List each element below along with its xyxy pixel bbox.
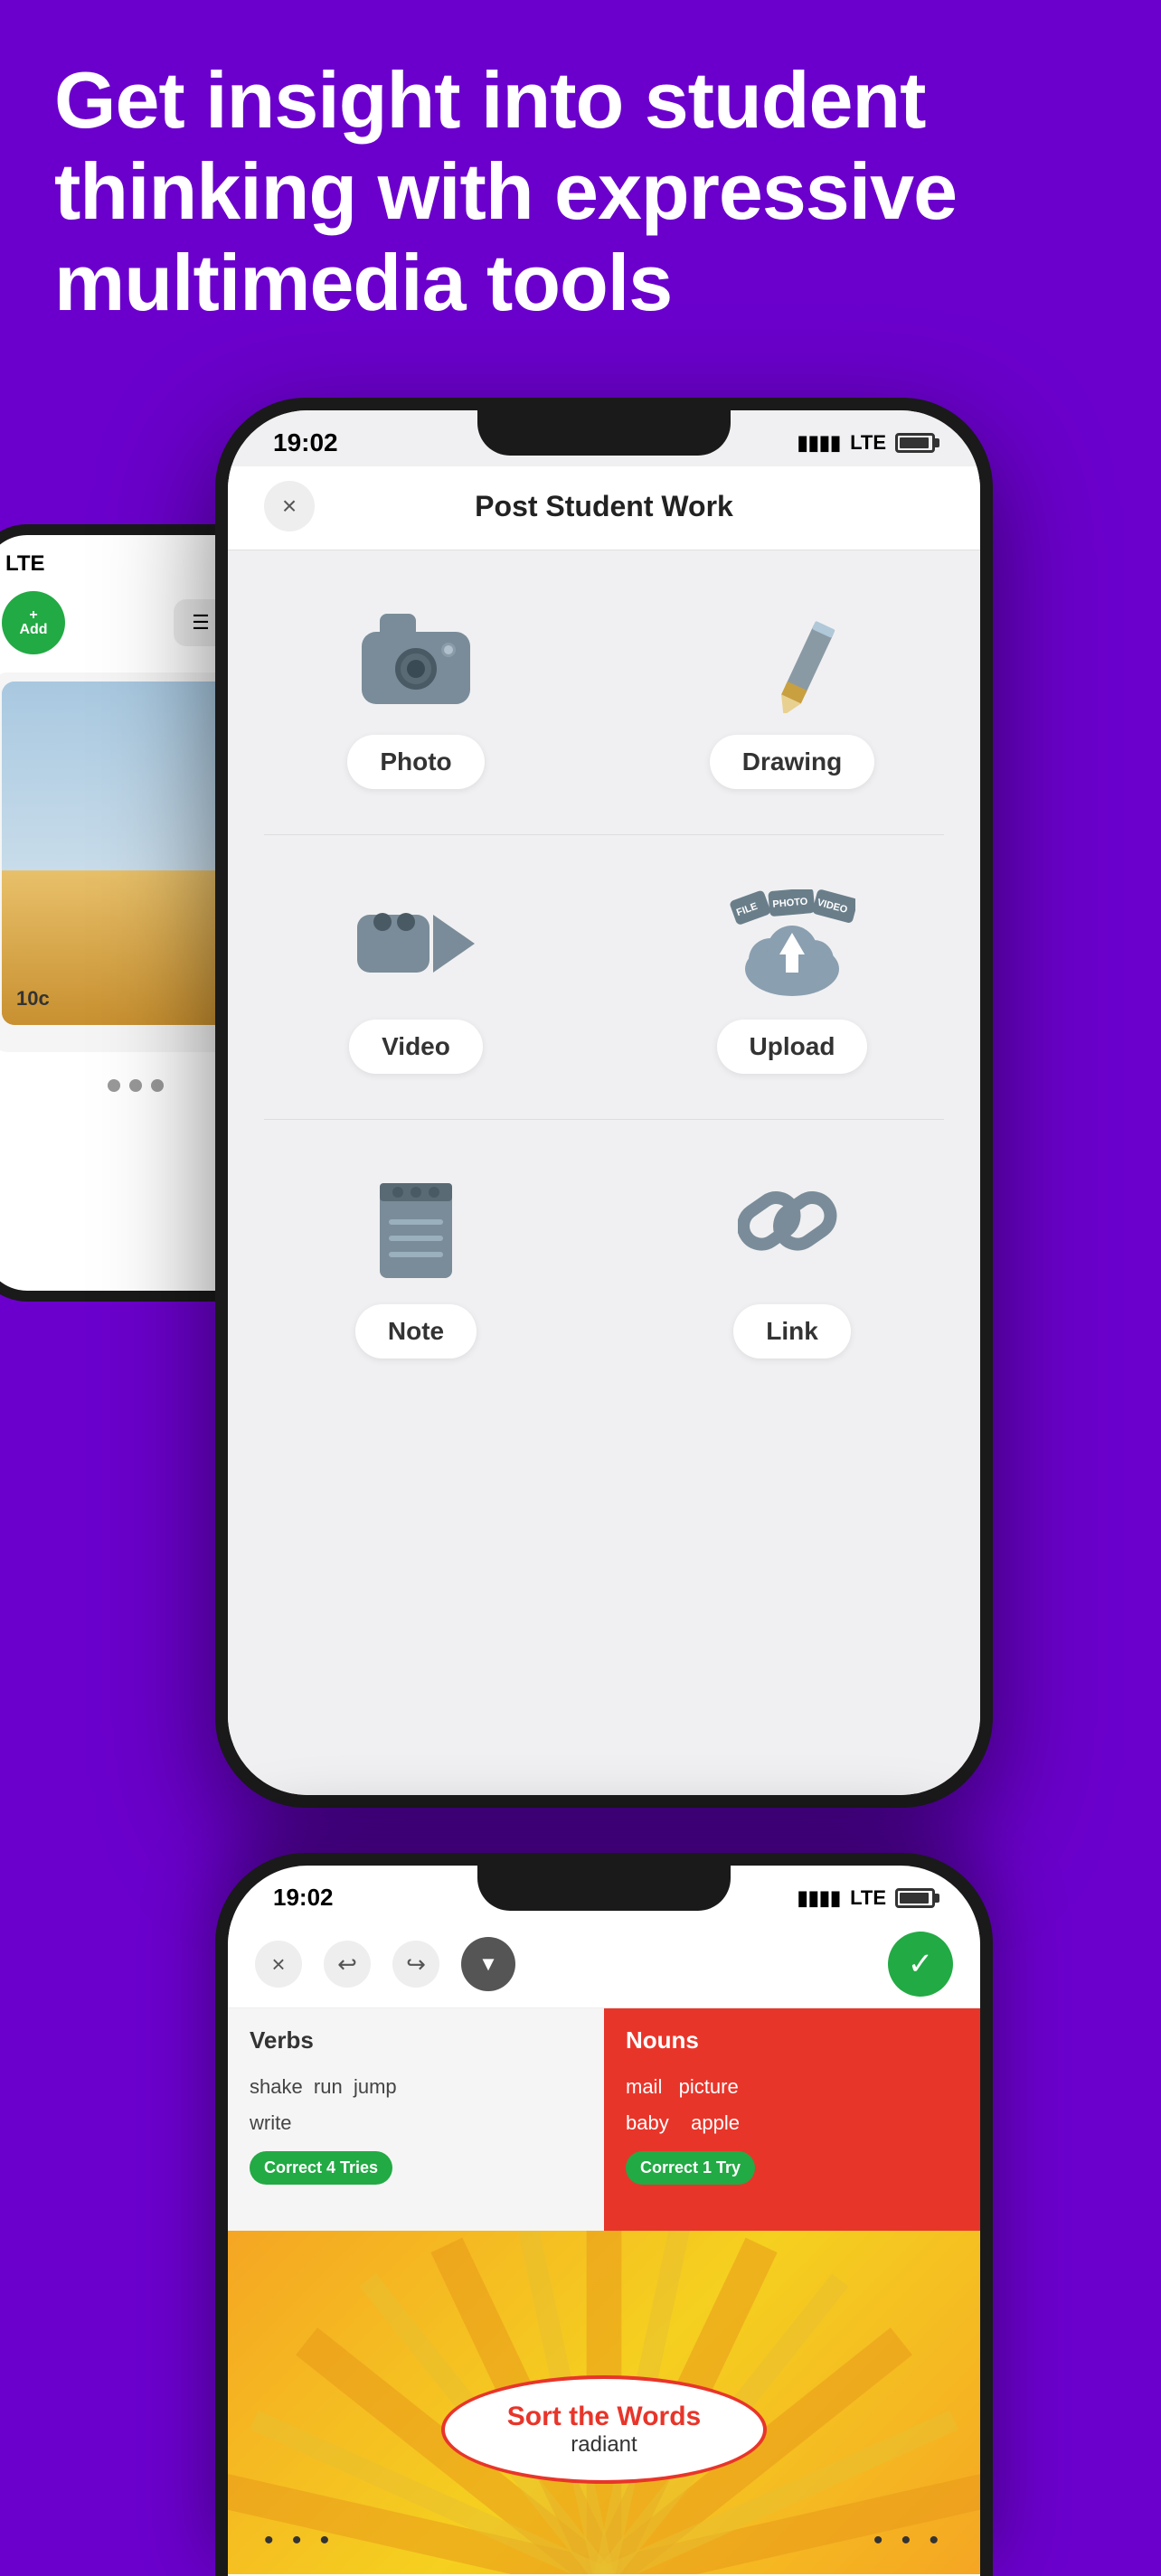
card-price: 10c xyxy=(16,987,50,1011)
drawing-icon xyxy=(729,605,855,713)
add-button[interactable]: + Add xyxy=(2,591,65,654)
bottom-content: Verbs shake run jumpwrite Correct 4 Trie… xyxy=(228,2008,980,2574)
note-label: Note xyxy=(355,1304,477,1359)
lte-label: LTE xyxy=(850,431,886,455)
signal-bars-icon: ▮▮▮▮ xyxy=(798,431,841,455)
battery-icon-bottom xyxy=(895,1888,935,1908)
status-time: 19:02 xyxy=(273,428,338,457)
status-icons: ▮▮▮▮ LTE xyxy=(798,431,935,455)
status-time-bottom: 19:02 xyxy=(273,1884,334,1912)
upload-option[interactable]: FILE PHOTO VIDEO xyxy=(604,835,980,1119)
comic-area: Sort the Words radiant • • • • • • xyxy=(228,2231,980,2574)
upload-icon: FILE PHOTO VIDEO xyxy=(729,889,855,998)
options-grid: Photo Drawin xyxy=(228,550,980,1404)
video-icon xyxy=(353,889,479,998)
hero-heading: Get insight into student thinking with e… xyxy=(54,54,1107,329)
nouns-badge: Correct 1 Try xyxy=(626,2151,755,2185)
phone-bottom: 19:02 ▮▮▮▮ LTE × ↩ ↪ ▼ ✓ Verbs shake run… xyxy=(215,1853,993,2576)
verbs-badge: Correct 4 Tries xyxy=(250,2151,392,2185)
status-icons-bottom: ▮▮▮▮ LTE xyxy=(798,1886,935,1910)
link-icon xyxy=(729,1174,855,1283)
comic-dots-right: • • • xyxy=(873,2525,944,2556)
battery-icon-main xyxy=(895,433,935,453)
upload-label: Upload xyxy=(717,1020,868,1074)
lte-bottom: LTE xyxy=(850,1886,886,1910)
photo-icon xyxy=(353,605,479,713)
note-option[interactable]: Note xyxy=(228,1120,604,1404)
video-label: Video xyxy=(349,1020,483,1074)
note-icon xyxy=(353,1174,479,1283)
close-button-bottom[interactable]: × xyxy=(255,1941,302,1988)
sort-words-title: Sort the Words xyxy=(507,2402,701,2432)
confirm-button[interactable]: ✓ xyxy=(888,1932,953,1997)
link-option[interactable]: Link xyxy=(604,1120,980,1404)
notch xyxy=(477,410,731,456)
link-label: Link xyxy=(733,1304,851,1359)
drawing-label: Drawing xyxy=(710,735,874,789)
drawing-option[interactable]: Drawing xyxy=(604,550,980,834)
photo-option[interactable]: Photo xyxy=(228,550,604,834)
photo-label: Photo xyxy=(347,735,484,789)
phone-main: 19:02 ▮▮▮▮ LTE × Post Student Work xyxy=(215,398,993,1808)
sort-words-subtitle: radiant xyxy=(571,2432,637,2458)
nouns-title: Nouns xyxy=(626,2026,958,2054)
close-button[interactable]: × xyxy=(264,481,315,531)
signal-bars-bottom: ▮▮▮▮ xyxy=(798,1886,841,1910)
status-signal-left: LTE xyxy=(5,551,45,577)
dropdown-button[interactable]: ▼ xyxy=(461,1937,515,1991)
nav-title: Post Student Work xyxy=(315,490,944,523)
redo-button[interactable]: ↪ xyxy=(392,1941,439,1988)
video-option[interactable]: Video xyxy=(228,835,604,1119)
nav-bar: × Post Student Work xyxy=(228,466,980,550)
verbs-title: Verbs xyxy=(250,2026,582,2054)
bottom-toolbar: × ↩ ↪ ▼ ✓ xyxy=(228,1921,980,2008)
verbs-words: shake run jumpwrite xyxy=(250,2069,582,2140)
undo-button[interactable]: ↩ xyxy=(324,1941,371,1988)
list-view-icon[interactable]: ☰ xyxy=(184,606,217,639)
nouns-words: mail picturebaby apple xyxy=(626,2069,958,2140)
comic-dots-left: • • • xyxy=(264,2525,335,2556)
notch-bottom xyxy=(477,1866,731,1911)
sort-words-oval: Sort the Words radiant xyxy=(441,2375,767,2484)
